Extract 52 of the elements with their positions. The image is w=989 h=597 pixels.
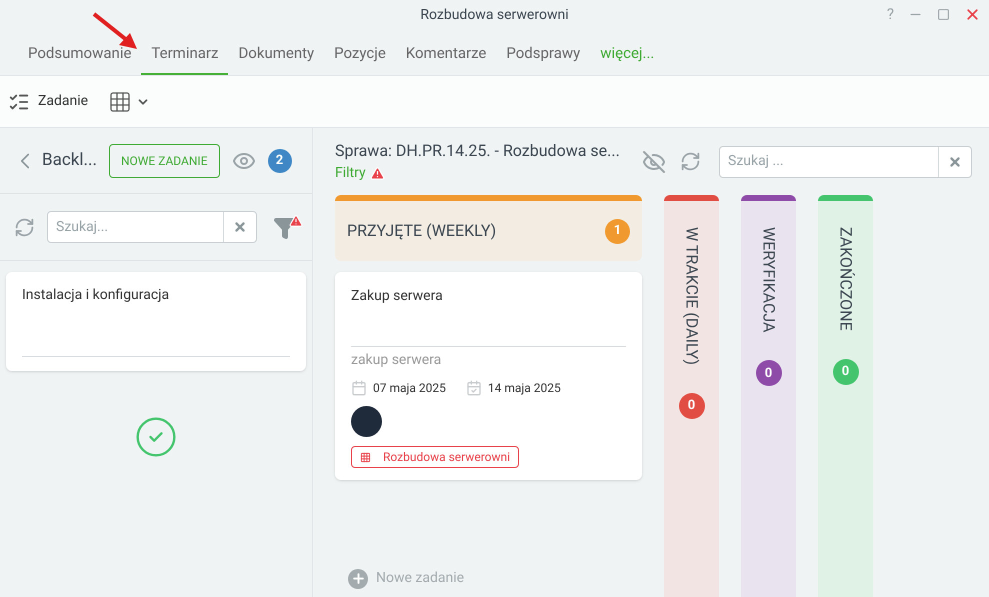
warning-icon bbox=[370, 166, 385, 181]
count-badge: 0 bbox=[832, 358, 858, 385]
tab[interactable]: Podsprawy bbox=[496, 42, 590, 75]
count-badge: 0 bbox=[756, 360, 782, 386]
eye-off-icon[interactable] bbox=[642, 150, 666, 174]
count-badge: 1 bbox=[605, 218, 630, 244]
tab[interactable]: Podsumowanie bbox=[18, 42, 142, 75]
column-title: ZAKOŃCZONE bbox=[836, 227, 856, 331]
close-icon bbox=[233, 220, 247, 234]
search-field[interactable]: Szukaj... bbox=[47, 211, 257, 243]
case-title: Sprawa: DH.PR.14.25. - Rozbudowa se... bbox=[335, 140, 621, 162]
search-field[interactable]: Szukaj ... bbox=[719, 146, 972, 178]
refresh-icon[interactable] bbox=[680, 151, 701, 172]
collapsed-column[interactable]: W TRAKCIE (DAILY) 0 bbox=[664, 195, 719, 597]
collapsed-column[interactable]: WERYFIKACJA 0 bbox=[741, 195, 796, 597]
task-card[interactable]: Zakup serwera zakup serwera 07 maja 2025 14 maja 2025 Rozbudowa serwerowni bbox=[335, 272, 642, 480]
task-title: Instalacja i konfiguracja bbox=[22, 285, 290, 357]
maximize-icon[interactable] bbox=[937, 8, 950, 21]
avatar bbox=[351, 406, 382, 437]
count-badge: 0 bbox=[678, 393, 704, 420]
task-title: Zakup serwera bbox=[351, 287, 444, 306]
filters-link[interactable]: Filtry bbox=[335, 163, 366, 184]
column-title: PRZYJĘTE (WEEKLY) bbox=[347, 220, 496, 242]
check-circle-icon bbox=[134, 415, 178, 459]
back-button[interactable]: Backl... bbox=[12, 148, 97, 174]
search-input[interactable]: Szukaj ... bbox=[720, 151, 938, 172]
calendar-check-icon bbox=[466, 380, 482, 396]
filter-warning-icon[interactable] bbox=[273, 214, 303, 240]
collapsed-column[interactable]: ZAKOŃCZONE 0 bbox=[818, 195, 873, 597]
tab[interactable]: Pozycje bbox=[324, 42, 396, 75]
new-task-button[interactable]: NOWE ZADANIE bbox=[108, 144, 220, 178]
column-title: WERYFIKACJA bbox=[758, 227, 778, 332]
search-input[interactable]: Szukaj... bbox=[48, 216, 223, 238]
refresh-icon[interactable] bbox=[14, 216, 35, 238]
calendar-icon bbox=[351, 380, 367, 396]
task-button[interactable]: Zadanie bbox=[8, 90, 88, 112]
task-description: zakup serwera bbox=[351, 351, 442, 370]
tab[interactable]: Dokumenty bbox=[228, 42, 324, 75]
task-card[interactable]: Instalacja i konfiguracja bbox=[6, 272, 306, 371]
grid-icon bbox=[360, 452, 371, 462]
column-title: W TRAKCIE (DAILY) bbox=[682, 227, 702, 366]
case-tag[interactable]: Rozbudowa serwerowni bbox=[351, 446, 520, 468]
window-title: Rozbudowa serwerowni bbox=[420, 6, 569, 24]
tab[interactable]: więcej... bbox=[590, 42, 664, 75]
tab[interactable]: Komentarze bbox=[396, 42, 496, 75]
start-date: 07 maja 2025 bbox=[373, 380, 446, 397]
grid-view-button[interactable] bbox=[108, 90, 150, 114]
grid-icon bbox=[108, 90, 132, 114]
plus-icon bbox=[348, 568, 368, 588]
count-badge: 2 bbox=[268, 148, 292, 172]
close-icon bbox=[948, 154, 962, 168]
end-date: 14 maja 2025 bbox=[488, 380, 561, 397]
